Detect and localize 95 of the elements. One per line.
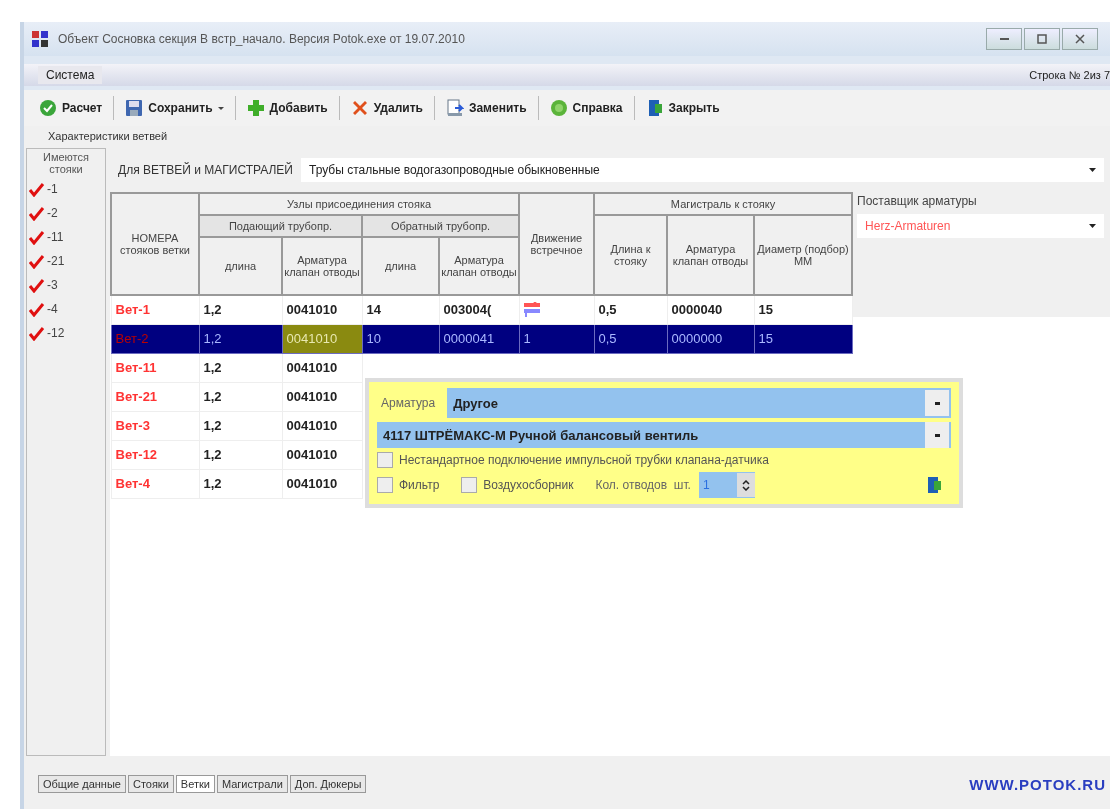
caret-icon (934, 433, 940, 437)
table-cell: 1,2 (199, 353, 282, 382)
table-cell: 0041010 (282, 295, 362, 324)
checkbox[interactable]: Воздухосборник (461, 477, 574, 493)
checkbox[interactable]: Фильтр (377, 477, 440, 493)
column-header: Длина к стояку (594, 215, 668, 295)
website-link[interactable]: WWW.POTOK.RU (969, 775, 1106, 793)
door-icon (925, 476, 943, 494)
row-indicator: Строка № 2из 7 (1029, 69, 1110, 81)
riser-item[interactable]: -1 (29, 177, 103, 201)
caret-icon (934, 401, 940, 405)
fitting-model-dropdown[interactable]: 4117 ШТРЁМАКС-М Ручной балансовый вентиль (377, 422, 951, 448)
tab[interactable]: Ветки (175, 775, 215, 793)
table-cell: 0,5 (594, 295, 668, 324)
column-header: Арматура клапан отводы (282, 237, 362, 295)
minimize-button[interactable] (986, 28, 1022, 50)
branch-name[interactable]: Вет-11 (111, 353, 199, 382)
table-cell: 10 (362, 324, 439, 353)
branch-name[interactable]: Вет-12 (111, 440, 199, 469)
column-header: Арматура клапан отводы (439, 237, 520, 295)
toolbar-button[interactable]: Расчет (34, 96, 108, 120)
table-cell: 003004( (439, 295, 520, 324)
toolbar-button[interactable]: Закрыть (640, 96, 725, 120)
table-cell: 0000040 (667, 295, 755, 324)
riser-item[interactable]: -4 (29, 297, 103, 321)
column-header: Магистраль к стояку (594, 193, 853, 215)
table-cell: 0000041 (439, 324, 520, 353)
supplier-label: Поставщик арматуры (857, 194, 978, 208)
column-header: Движение встречное (519, 193, 595, 295)
maximize-icon (1037, 34, 1047, 44)
branch-name[interactable]: Вет-1 (111, 295, 199, 324)
table-cell: 0041010 (282, 411, 362, 440)
toolbar-button[interactable]: Удалить (345, 96, 428, 120)
pipe-type-dropdown[interactable]: Трубы стальные водогазопроводные обыкновенные (301, 158, 1104, 182)
branch-name[interactable]: Вет-3 (111, 411, 199, 440)
table-cell: 0000000 (667, 324, 755, 353)
menu-item[interactable]: Система (38, 66, 103, 84)
riser-item[interactable]: -2 (29, 201, 103, 225)
riser-list-title: Имеются стояки (42, 151, 90, 175)
branch-name[interactable]: Вет-21 (111, 382, 199, 411)
table-cell: 0041010 (282, 382, 362, 411)
check-icon (39, 99, 57, 117)
table-cell: 1,2 (199, 382, 282, 411)
table-cell: 1 (519, 324, 595, 353)
table-cell: 14 (362, 295, 439, 324)
column-header: Подающий трубопр. (199, 215, 362, 237)
branch-name[interactable]: Вет-4 (111, 469, 199, 498)
table-cell: 1,2 (199, 440, 282, 469)
table-cell: 1,2 (199, 324, 282, 353)
tab[interactable]: Магистрали (216, 775, 288, 793)
column-header: Диаметр (подбор) ММ (754, 215, 853, 295)
column-header: НОМЕРА стояков ветки (111, 193, 199, 295)
riser-item[interactable]: -11 (29, 225, 103, 249)
maximize-button[interactable] (1024, 28, 1060, 50)
table-cell: 1,2 (199, 411, 282, 440)
table-cell: 15 (754, 295, 853, 324)
table-cell: 0041010 (282, 469, 362, 498)
window-title: Объект Сосновка секция В встр_начало. Версия Potok.exe от 19.07.2010 (58, 32, 466, 46)
table-cell: 1,2 (199, 295, 282, 324)
checkbox[interactable]: Нестандартное подключение импульсной трубки клапана-датчика (377, 452, 769, 468)
column-header: длина (199, 237, 282, 295)
table-cell: 0041010 (282, 353, 362, 382)
document-arrow-icon (445, 99, 464, 117)
tab[interactable]: Доп. Дюкеры (289, 775, 367, 793)
tab[interactable]: Общие данные (38, 775, 126, 793)
spin-arrows-icon (741, 479, 750, 491)
bends-label: Кол. отводов шт. (595, 478, 691, 492)
close-icon (1075, 34, 1085, 44)
table-cell: 0041010 (282, 324, 362, 353)
caret-icon (1089, 168, 1096, 172)
riser-item[interactable]: -12 (29, 321, 103, 345)
column-header: длина (362, 237, 439, 295)
minimize-icon (999, 38, 1009, 40)
plus-icon (246, 99, 265, 117)
toolbar-button[interactable]: Заменить (440, 96, 532, 120)
column-header: Узлы присоединения стояка (199, 193, 520, 215)
table-cell: 1,2 (199, 469, 282, 498)
tab[interactable]: Стояки (127, 775, 174, 793)
table-cell: 15 (754, 324, 853, 353)
app-icon (32, 31, 48, 47)
pipe-type-label: Для ВЕТВЕЙ и МАГИСТРАЛЕЙ (118, 163, 293, 177)
column-header: Арматура клапан отводы (667, 215, 755, 295)
close-button[interactable] (1062, 28, 1098, 50)
toolbar-button[interactable]: Добавить (241, 96, 333, 120)
caret-icon (1089, 224, 1096, 228)
toolbar-button[interactable]: Сохранить (120, 96, 229, 120)
fitting-type-dropdown[interactable]: Другое (447, 388, 951, 418)
riser-item[interactable]: -21 (29, 249, 103, 273)
flow-arrows-icon (523, 302, 540, 318)
toolbar-button[interactable]: Справка (544, 96, 628, 120)
table-cell: 0041010 (282, 440, 362, 469)
table-cell: 0,5 (594, 324, 668, 353)
group-title: Характеристики ветвей (24, 126, 1110, 144)
riser-item[interactable]: -3 (29, 273, 103, 297)
fitting-label: Арматура (380, 396, 437, 410)
